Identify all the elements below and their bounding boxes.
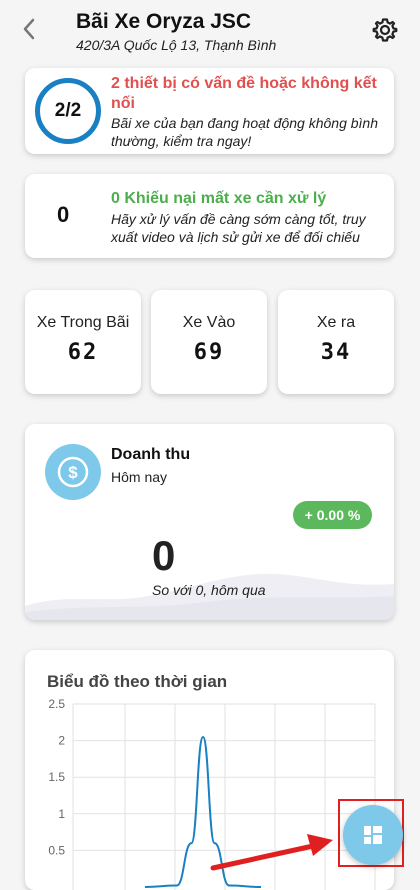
stat-card-vehicles-inside[interactable]: Xe Trong Bãi 62 bbox=[25, 290, 141, 394]
claims-description: Hãy xử lý vấn đề càng sớm càng tốt, truy… bbox=[111, 211, 366, 245]
revenue-comparison: So với 0, hôm qua bbox=[152, 582, 266, 598]
chart-title: Biểu đồ theo thời gian bbox=[47, 672, 228, 691]
gear-icon bbox=[372, 18, 398, 42]
stat-card-vehicles-out[interactable]: Xe ra 34 bbox=[278, 290, 394, 394]
settings-button[interactable] bbox=[372, 17, 398, 43]
stat-label: Xe Trong Bãi bbox=[36, 314, 130, 331]
chart-y-tick-label: 0.5 bbox=[48, 843, 65, 857]
annotation-arrow bbox=[210, 834, 333, 871]
chart-y-tick-label: 1.5 bbox=[48, 770, 65, 784]
page-title: Bãi Xe Oryza JSC bbox=[76, 10, 252, 33]
chart-y-tick-label: 2.5 bbox=[48, 697, 65, 711]
device-alert-title: 2 thiết bị có vấn đề hoặc không kết nối bbox=[111, 75, 377, 112]
app-header: Bãi Xe Oryza JSC 420/3A Quốc Lộ 13, Thạn… bbox=[0, 0, 420, 64]
stat-card-vehicles-in[interactable]: Xe Vào 69 bbox=[151, 290, 267, 394]
svg-text:$: $ bbox=[68, 463, 78, 482]
dashboard-grid-icon bbox=[364, 826, 382, 844]
stat-value: 62 bbox=[67, 340, 99, 365]
device-status-ratio: 2/2 bbox=[54, 100, 82, 121]
claims-title: 0 Khiếu nại mất xe cần xử lý bbox=[111, 190, 327, 207]
chevron-left-icon bbox=[23, 18, 35, 40]
device-status-ring: 2/2 bbox=[35, 78, 101, 144]
chart-y-tick-label: 2 bbox=[58, 734, 65, 748]
back-button[interactable] bbox=[14, 14, 44, 44]
revenue-value: 0 bbox=[152, 532, 176, 579]
revenue-title: Doanh thu bbox=[111, 446, 191, 463]
stat-value: 69 bbox=[193, 340, 225, 365]
stat-label: Xe Vào bbox=[182, 314, 236, 331]
dashboard-fab-button[interactable] bbox=[343, 805, 403, 865]
claims-count: 0 bbox=[57, 202, 70, 227]
lost-vehicle-claims-card[interactable]: 0 0 Khiếu nại mất xe cần xử lý Hãy xử lý… bbox=[25, 174, 394, 258]
stat-label: Xe ra bbox=[316, 314, 356, 331]
dollar-coin-icon: $ bbox=[57, 456, 89, 488]
revenue-period: Hôm nay bbox=[111, 469, 168, 485]
device-alert-card[interactable]: 2/2 2 thiết bị có vấn đề hoặc không kết … bbox=[25, 68, 394, 154]
stat-value: 34 bbox=[320, 340, 352, 365]
parking-address: 420/3A Quốc Lộ 13, Thạnh Bình bbox=[76, 37, 277, 53]
device-alert-description: Bãi xe của bạn đang hoạt động không bình… bbox=[111, 115, 378, 149]
chart-y-tick-label: 1 bbox=[58, 807, 65, 821]
revenue-icon-circle: $ bbox=[45, 444, 101, 500]
revenue-change-badge: + 0.00 % bbox=[293, 501, 372, 529]
revenue-card[interactable]: $ Doanh thu Hôm nay + 0.00 % 0 So với 0,… bbox=[25, 424, 394, 620]
